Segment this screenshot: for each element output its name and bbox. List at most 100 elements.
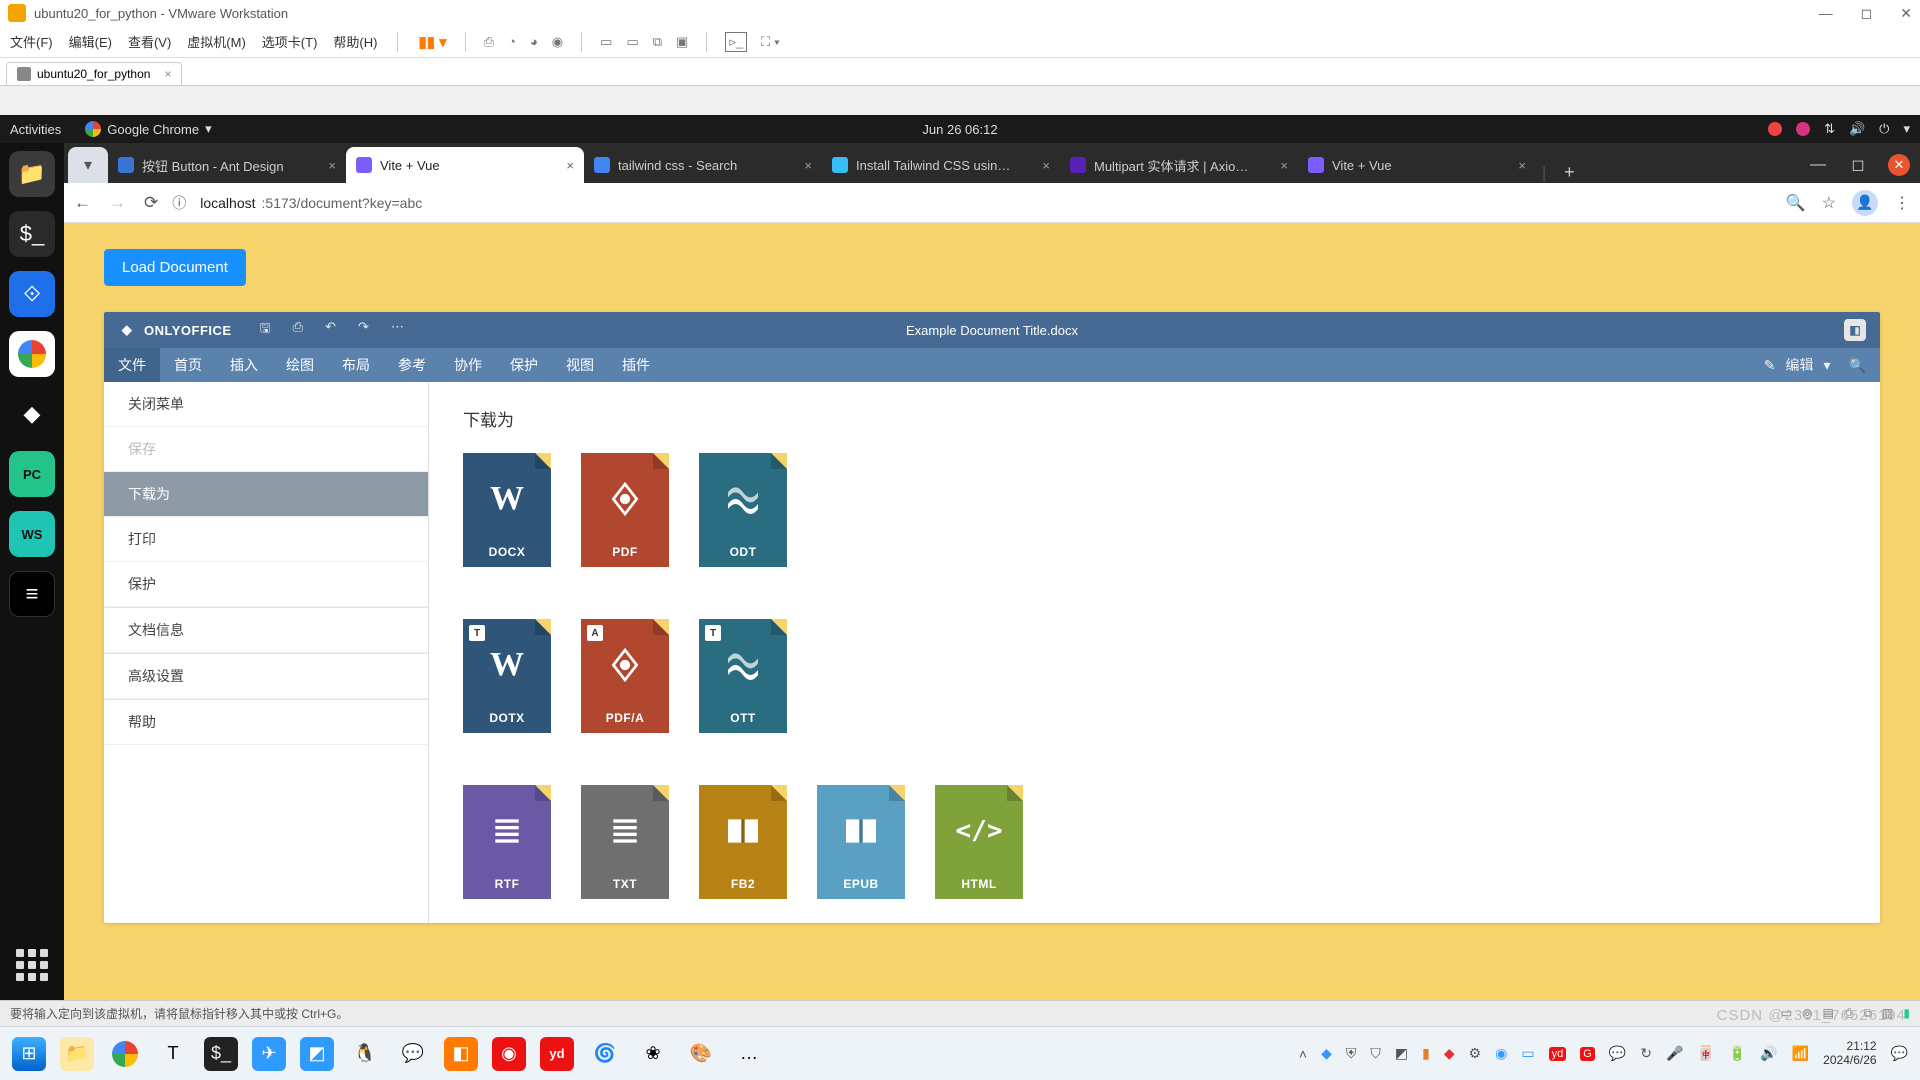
chrome-close-icon[interactable]: ✕ bbox=[1888, 154, 1910, 176]
chrome-minimize-icon[interactable]: — bbox=[1798, 147, 1838, 183]
tray-lang-icon[interactable]: 🀄 bbox=[1697, 1045, 1714, 1062]
format-fb2[interactable]: FB2 bbox=[699, 785, 787, 899]
gnome-activities[interactable]: Activities bbox=[10, 122, 61, 137]
chevron-down-icon[interactable]: ▾ bbox=[1903, 121, 1910, 137]
oo-redo-icon[interactable]: ↷ bbox=[358, 319, 369, 341]
format-html[interactable]: </> HTML bbox=[935, 785, 1023, 899]
tray-chevron-icon[interactable]: ˄ bbox=[1299, 1046, 1307, 1062]
vmware-menu-item[interactable]: 帮助(H) bbox=[333, 32, 377, 51]
nav-reload-icon[interactable]: ⟳ bbox=[144, 193, 158, 213]
format-epub[interactable]: EPUB bbox=[817, 785, 905, 899]
format-txt[interactable]: TXT bbox=[581, 785, 669, 899]
vm-tab-close-icon[interactable]: × bbox=[164, 67, 171, 81]
vm-device-icon[interactable]: ◎ bbox=[1802, 1006, 1812, 1021]
format-odt[interactable]: ODT bbox=[699, 453, 787, 567]
tray-app-icon[interactable]: ◉ bbox=[1495, 1045, 1507, 1062]
format-dotx[interactable]: TW DOTX bbox=[463, 619, 551, 733]
oo-menu-item[interactable]: 保护 bbox=[496, 348, 552, 382]
oo-menu-item[interactable]: 参考 bbox=[384, 348, 440, 382]
dock-webstorm-icon[interactable]: WS bbox=[9, 511, 55, 557]
chrome-menu-icon[interactable]: ⋮ bbox=[1894, 193, 1910, 213]
chrome-address-bar[interactable]: localhost:5173/document?key=abc bbox=[200, 195, 1771, 211]
tb-explorer-icon[interactable]: 📁 bbox=[60, 1037, 94, 1071]
vmware-menu-item[interactable]: 文件(F) bbox=[10, 32, 53, 51]
tray-shield-icon[interactable]: ⛨ bbox=[1346, 1045, 1357, 1062]
dock-files-icon[interactable]: 📁 bbox=[9, 151, 55, 197]
oo-side-item[interactable]: 高级设置 bbox=[104, 654, 428, 699]
tray-volume-icon[interactable]: 🔊 bbox=[1760, 1045, 1777, 1062]
window-maximize-icon[interactable]: ◻ bbox=[1861, 5, 1873, 22]
gnome-indicator-pink-icon[interactable] bbox=[1796, 122, 1810, 136]
nav-back-icon[interactable]: ← bbox=[74, 193, 91, 213]
tb-app-icon[interactable]: 🌀 bbox=[588, 1037, 622, 1071]
tray-shield2-icon[interactable]: ⛉ bbox=[1370, 1045, 1381, 1062]
tray-app-icon[interactable]: ▭ bbox=[1521, 1045, 1534, 1062]
tb-app-icon[interactable]: ◉ bbox=[492, 1037, 526, 1071]
gnome-volume-icon[interactable]: 🔊 bbox=[1849, 121, 1865, 137]
vm-device-icon[interactable]: ▭ bbox=[1781, 1006, 1792, 1021]
tray-wechat-icon[interactable]: 💬 bbox=[1609, 1045, 1626, 1062]
oo-menu-item[interactable]: 布局 bbox=[328, 348, 384, 382]
tb-chrome-icon[interactable] bbox=[108, 1037, 142, 1071]
chrome-maximize-icon[interactable]: ◻ bbox=[1838, 147, 1878, 183]
load-document-button[interactable]: Load Document bbox=[104, 249, 246, 286]
window-close-icon[interactable]: ✕ bbox=[1900, 5, 1912, 22]
vmware-menu-item[interactable]: 选项卡(T) bbox=[262, 32, 318, 51]
zoom-icon[interactable]: 🔍 bbox=[1786, 193, 1806, 213]
tb-paint-icon[interactable]: 🎨 bbox=[684, 1037, 718, 1071]
tray-app-icon[interactable]: ◆ bbox=[1321, 1045, 1332, 1062]
chrome-profile-icon[interactable]: 👤 bbox=[1852, 190, 1878, 216]
gnome-app-menu[interactable]: Google Chrome ▾ bbox=[85, 121, 211, 137]
format-ott[interactable]: T OTT bbox=[699, 619, 787, 733]
chrome-tab[interactable]: Vite + Vue × bbox=[346, 147, 584, 183]
oo-side-item[interactable]: 帮助 bbox=[104, 700, 428, 745]
tb-text-icon[interactable]: T bbox=[156, 1037, 190, 1071]
tb-app-icon[interactable]: ◩ bbox=[300, 1037, 334, 1071]
oo-side-item[interactable]: 保护 bbox=[104, 562, 428, 607]
format-pdf-a[interactable]: A PDF/A bbox=[581, 619, 669, 733]
oo-edit-mode-icon[interactable]: ✎ bbox=[1764, 357, 1776, 374]
bookmark-icon[interactable]: ☆ bbox=[1822, 193, 1836, 213]
vm-view2-icon[interactable]: ▭ bbox=[626, 34, 638, 50]
taskbar-clock[interactable]: 21:12 2024/6/26 bbox=[1823, 1040, 1876, 1068]
dock-settings-icon[interactable]: ≡ bbox=[9, 571, 55, 617]
oo-menu-item[interactable]: 插件 bbox=[608, 348, 664, 382]
tb-terminal-icon[interactable]: $_ bbox=[204, 1037, 238, 1071]
tab-close-icon[interactable]: × bbox=[804, 158, 812, 173]
oo-menu-item[interactable]: 视图 bbox=[552, 348, 608, 382]
oo-search-icon[interactable]: 🔍 bbox=[1849, 357, 1866, 374]
vmware-menu-item[interactable]: 编辑(E) bbox=[69, 32, 112, 51]
chrome-search-tabs-icon[interactable]: ▾ bbox=[68, 147, 108, 183]
tab-close-icon[interactable]: × bbox=[1042, 158, 1050, 173]
vm-device-icon[interactable]: ⎙ bbox=[1844, 1006, 1854, 1021]
tray-mic-icon[interactable]: 🎤 bbox=[1666, 1045, 1683, 1062]
tb-app-icon[interactable]: ◧ bbox=[444, 1037, 478, 1071]
vm-view1-icon[interactable]: ▭ bbox=[600, 34, 612, 50]
vm-revert-icon[interactable]: ◉ bbox=[552, 34, 563, 50]
vm-device-icon[interactable]: ▮ bbox=[1903, 1006, 1910, 1021]
dock-vscode-icon[interactable]: ⟐ bbox=[9, 271, 55, 317]
dock-jetbrains-icon[interactable]: ◆ bbox=[9, 391, 55, 437]
oo-menu-item[interactable]: 首页 bbox=[160, 348, 216, 382]
tb-start-icon[interactable]: ⊞ bbox=[12, 1037, 46, 1071]
tray-sync-icon[interactable]: ↻ bbox=[1640, 1045, 1652, 1062]
format-rtf[interactable]: RTF bbox=[463, 785, 551, 899]
oo-more-icon[interactable]: ⋯ bbox=[391, 319, 404, 341]
vm-fullscreen-icon[interactable]: ⛶ ▾ bbox=[761, 34, 780, 50]
oo-menu-item[interactable]: 文件 bbox=[104, 348, 160, 382]
chrome-tab[interactable]: 按钮 Button - Ant Design × bbox=[108, 147, 346, 183]
oo-save-icon[interactable]: 🖫 bbox=[260, 319, 271, 341]
tab-close-icon[interactable]: × bbox=[566, 158, 574, 173]
gnome-indicator-red-icon[interactable] bbox=[1768, 122, 1782, 136]
tab-close-icon[interactable]: × bbox=[328, 158, 336, 173]
gnome-network-icon[interactable]: ⇅ bbox=[1824, 121, 1835, 137]
oo-edit-mode-label[interactable]: 编辑 bbox=[1786, 355, 1814, 375]
oo-undo-icon[interactable]: ↶ bbox=[325, 319, 336, 341]
vm-send-cad-icon[interactable]: ⎙ bbox=[484, 34, 494, 50]
tray-notifications-icon[interactable]: 💬 bbox=[1891, 1045, 1908, 1062]
oo-print-icon[interactable]: ⎙ bbox=[293, 319, 303, 341]
tray-app-icon[interactable]: yd bbox=[1549, 1047, 1567, 1061]
oo-side-item[interactable]: 下载为 bbox=[104, 472, 428, 517]
oo-side-item[interactable]: 打印 bbox=[104, 517, 428, 562]
tray-app-icon[interactable]: ◩ bbox=[1395, 1045, 1408, 1062]
